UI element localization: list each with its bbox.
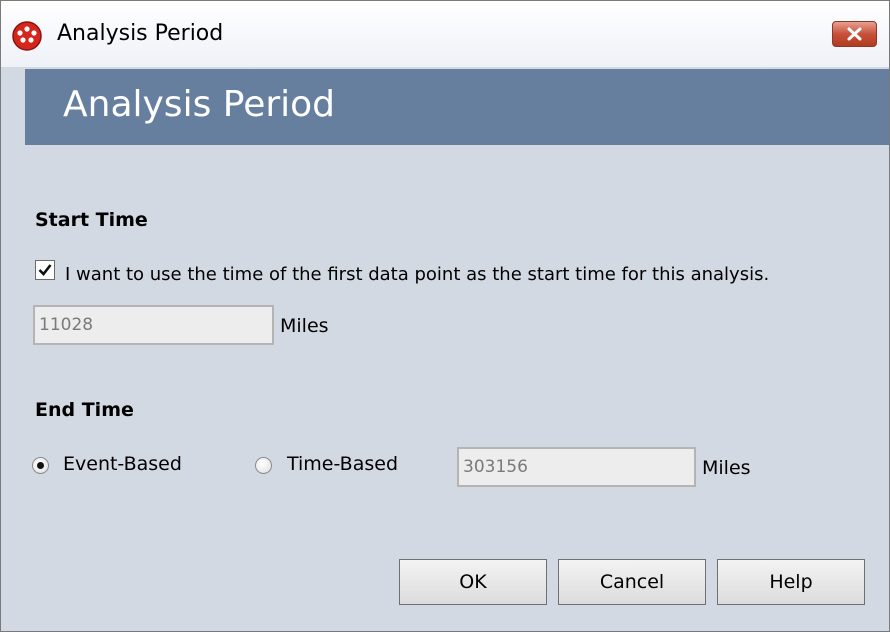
start-time-label: Start Time [35, 209, 148, 231]
time-based-label[interactable]: Time-Based [287, 452, 398, 476]
start-time-unit-label: Miles [280, 315, 329, 337]
meridium-logo-icon [12, 21, 42, 51]
close-icon [847, 27, 862, 41]
dialog-body: Analysis Period [1, 67, 889, 631]
page-title: Analysis Period [63, 84, 336, 125]
radio-selected-dot [37, 462, 44, 469]
analysis-period-dialog: Analysis Period Analysis Period Start Ti… [0, 0, 890, 632]
use-first-data-point-checkbox[interactable] [35, 260, 55, 280]
checkmark-icon [38, 264, 52, 276]
start-time-input[interactable]: 11028 [33, 305, 274, 345]
cancel-button[interactable]: Cancel [558, 559, 706, 605]
end-time-unit-label: Miles [702, 457, 751, 479]
help-button[interactable]: Help [717, 559, 865, 605]
window-title: Analysis Period [57, 21, 224, 46]
title-bar: Analysis Period [1, 1, 889, 67]
event-based-label[interactable]: Event-Based [63, 452, 182, 476]
end-time-label: End Time [35, 399, 134, 421]
event-based-radio[interactable] [32, 457, 49, 474]
ok-button[interactable]: OK [399, 559, 547, 605]
time-based-radio[interactable] [255, 457, 272, 474]
close-button[interactable] [832, 21, 877, 47]
end-time-input[interactable]: 303156 [457, 447, 696, 487]
header-banner: Analysis Period [25, 69, 889, 145]
use-first-data-point-label[interactable]: I want to use the time of the first data… [65, 263, 769, 287]
